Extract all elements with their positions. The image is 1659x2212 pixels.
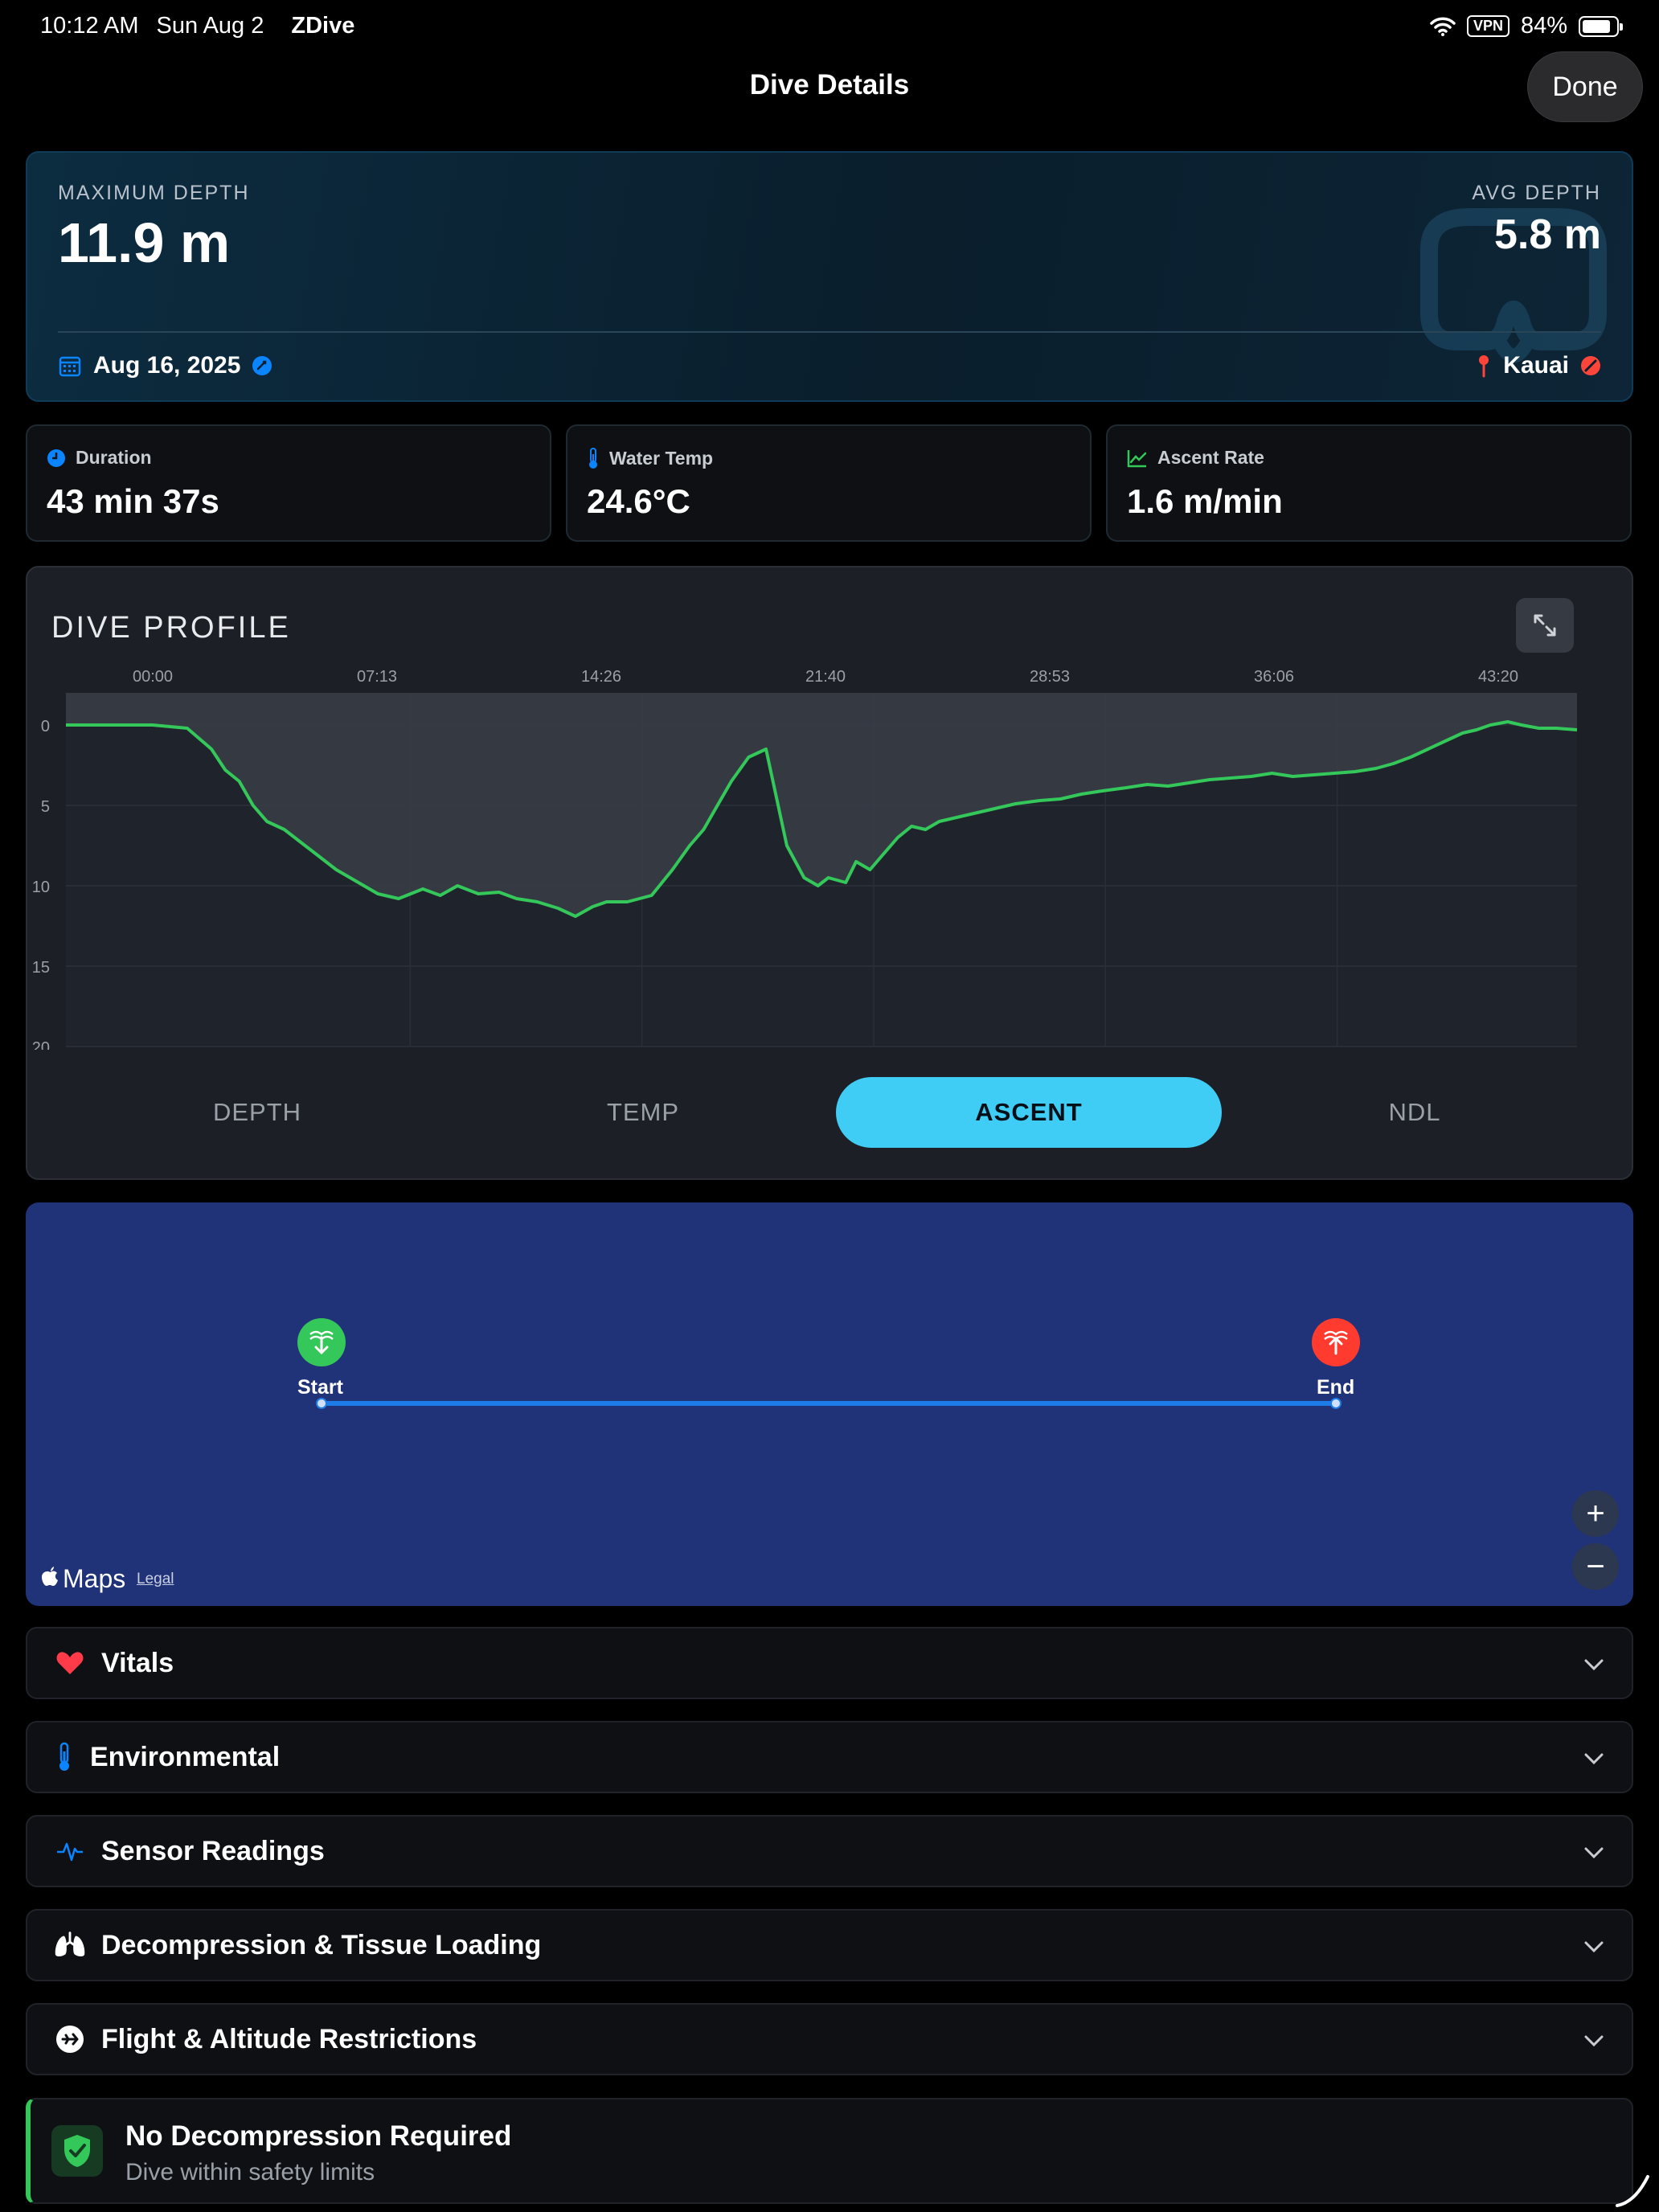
verified-badge-icon <box>252 356 272 375</box>
calendar-icon <box>59 356 81 377</box>
max-depth-card: MAXIMUM DEPTH 11.9 m AVG DEPTH 5.8 m Aug… <box>26 151 1633 402</box>
tab-depth[interactable]: DEPTH <box>64 1077 450 1148</box>
section-decompression-label: Decompression & Tissue Loading <box>101 1929 542 1960</box>
dive-profile-title: DIVE PROFILE <box>51 611 291 645</box>
x-tick-label: 21:40 <box>805 668 846 686</box>
chevron-down-icon <box>1584 1659 1604 1671</box>
dive-location: Kauai <box>1476 352 1601 379</box>
section-environmental-label: Environmental <box>90 1741 281 1772</box>
start-marker[interactable] <box>297 1318 346 1366</box>
resize-corner-icon <box>1616 2175 1649 2207</box>
y-tick-label: 15 <box>32 959 50 977</box>
start-label: Start <box>297 1376 343 1399</box>
chevron-down-icon <box>1584 1753 1604 1765</box>
status-app-name: ZDive <box>291 13 355 39</box>
y-tick-label: 5 <box>41 798 50 816</box>
no-deco-banner: No Decompression Required Dive within sa… <box>26 2098 1633 2204</box>
apple-maps-logo: Maps <box>42 1564 125 1594</box>
thermometer-icon <box>59 1742 69 1771</box>
dive-date: Aug 16, 2025 <box>58 352 272 379</box>
avg-depth-value: 5.8 m <box>1494 211 1601 258</box>
section-sensor-readings[interactable]: Sensor Readings <box>26 1815 1633 1887</box>
heart-icon <box>56 1652 84 1674</box>
avg-depth-label: AVG DEPTH <box>1472 182 1601 204</box>
clock-icon <box>47 449 65 467</box>
y-tick-label: 10 <box>32 879 50 896</box>
x-tick-label: 36:06 <box>1254 668 1294 686</box>
maps-label: Maps <box>63 1564 126 1593</box>
expand-chart-button[interactable] <box>1516 598 1574 653</box>
section-vitals[interactable]: Vitals <box>26 1627 1633 1699</box>
y-tick-label: 0 <box>41 718 50 735</box>
zoom-in-button[interactable]: + <box>1572 1490 1619 1537</box>
tab-ndl[interactable]: NDL <box>1222 1077 1608 1148</box>
chevron-down-icon <box>1584 2035 1604 2047</box>
duration-label: Duration <box>76 447 152 468</box>
thermometer-icon <box>589 448 597 469</box>
status-time: 10:12 AM <box>40 13 139 39</box>
dive-location-text: Kauai <box>1503 352 1569 379</box>
tab-ascent[interactable]: ASCENT <box>836 1077 1222 1148</box>
dive-down-icon <box>309 1330 334 1355</box>
profile-metric-tabs: DEPTH TEMP ASCENT NDL <box>64 1077 1608 1148</box>
shield-check-icon <box>51 2125 103 2177</box>
done-button[interactable]: Done <box>1527 51 1643 122</box>
x-tick-label: 07:13 <box>357 668 397 686</box>
apple-logo-icon <box>42 1567 58 1586</box>
tab-temp[interactable]: TEMP <box>450 1077 836 1148</box>
x-tick-label: 28:53 <box>1030 668 1070 686</box>
water-temp-value: 24.6°C <box>587 482 690 520</box>
end-marker[interactable] <box>1312 1318 1360 1366</box>
location-status-icon <box>1581 356 1600 375</box>
hero-divider <box>58 331 1601 333</box>
chevron-down-icon <box>1584 1847 1604 1859</box>
route-line <box>316 1398 1342 1409</box>
page-title: Dive Details <box>749 69 910 100</box>
y-tick-label: 20 <box>32 1039 50 1050</box>
section-sensor-readings-label: Sensor Readings <box>101 1835 325 1866</box>
dive-profile-chart[interactable]: 0 5 10 15 20 00:00 07:13 14:26 21:40 28:53 36:06 43… <box>26 664 1601 1050</box>
zoom-out-button[interactable]: − <box>1572 1543 1619 1590</box>
surface-up-icon <box>1324 1330 1348 1355</box>
battery-percent: 84% <box>1520 13 1567 39</box>
chevron-down-icon <box>1584 1941 1604 1953</box>
ascent-rate-card: Ascent Rate 1.6 m/min <box>1106 424 1632 542</box>
dive-route-map[interactable]: Start End + − Maps Legal <box>26 1202 1633 1606</box>
x-tick-label: 00:00 <box>133 668 173 686</box>
section-flight-restrictions-label: Flight & Altitude Restrictions <box>101 2023 477 2054</box>
duration-value: 43 min 37s <box>47 482 219 520</box>
max-depth-value: 11.9 m <box>58 211 231 274</box>
section-vitals-label: Vitals <box>101 1647 174 1678</box>
x-tick-label: 43:20 <box>1478 668 1518 686</box>
lungs-icon <box>55 1931 85 1956</box>
battery-icon <box>1579 15 1623 37</box>
status-date: Sun Aug 2 <box>156 13 264 39</box>
max-depth-label: MAXIMUM DEPTH <box>58 182 250 204</box>
ascent-rate-label: Ascent Rate <box>1157 447 1264 468</box>
expand-icon <box>1534 614 1556 637</box>
section-environmental[interactable]: Environmental <box>26 1721 1633 1793</box>
section-flight-restrictions[interactable]: Flight & Altitude Restrictions <box>26 2003 1633 2075</box>
banner-title: No Decompression Required <box>125 2120 512 2152</box>
x-tick-label: 14:26 <box>581 668 621 686</box>
duration-card: Duration 43 min 37s <box>26 424 551 542</box>
section-decompression[interactable]: Decompression & Tissue Loading <box>26 1909 1633 1981</box>
end-label: End <box>1317 1376 1355 1399</box>
waveform-icon <box>57 1842 83 1862</box>
trend-up-icon <box>1127 449 1147 467</box>
vpn-badge: VPN <box>1466 15 1509 37</box>
water-temp-card: Water Temp 24.6°C <box>566 424 1092 542</box>
legal-link[interactable]: Legal <box>137 1571 174 1588</box>
map-pin-icon <box>1479 355 1489 378</box>
dive-date-text: Aug 16, 2025 <box>93 352 241 379</box>
airplane-icon <box>56 2026 84 2053</box>
status-bar: 10:12 AM Sun Aug 2 ZDive VPN 84% <box>0 0 1659 51</box>
banner-subtitle: Dive within safety limits <box>125 2159 375 2185</box>
wifi-icon <box>1430 17 1456 36</box>
ascent-rate-value: 1.6 m/min <box>1127 482 1283 520</box>
water-temp-label: Water Temp <box>609 447 714 469</box>
